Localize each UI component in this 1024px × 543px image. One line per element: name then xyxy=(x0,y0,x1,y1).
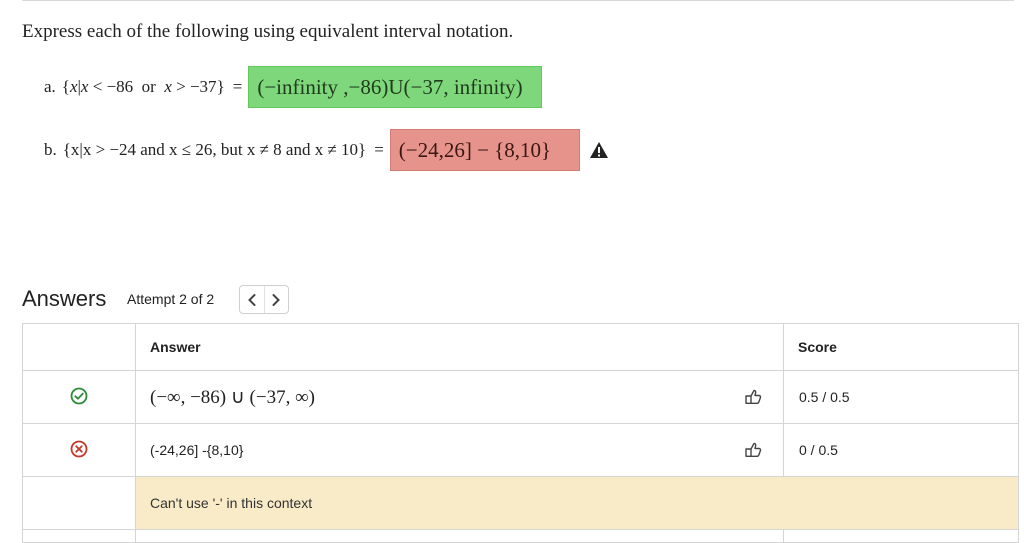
problem-b-set: {x|x > −24 and x ≤ 26, but x ≠ 8 and x ≠… xyxy=(62,140,367,159)
submitted-answer: (-24,26] -{8,10} xyxy=(150,442,244,458)
table-row xyxy=(22,529,1019,543)
problem-b-label: b. xyxy=(44,140,57,159)
problem-a: a. {x|x < −86 or x > −37} = (−infinity ,… xyxy=(44,66,543,108)
check-circle-icon xyxy=(70,387,88,404)
score-column-header: Score xyxy=(783,323,1019,371)
problem-a-set: {x|x < −86 or x > −37} xyxy=(61,77,225,96)
answers-table-header: Answer Score xyxy=(22,323,1019,371)
problem-a-label: a. xyxy=(44,77,56,96)
problem-a-equals: = xyxy=(232,77,243,96)
answer-cell: (−∞, −86) ∪ (−37, ∞) xyxy=(135,370,784,424)
problem-b-answer-field[interactable]: (−24,26] − {8,10} xyxy=(389,129,580,171)
table-row: (-24,26] -{8,10} 0 / 0.5 xyxy=(22,423,1019,477)
feedback-hand-icon[interactable] xyxy=(743,440,763,460)
table-row: (−∞, −86) ∪ (−37, ∞) 0.5 / 0.5 xyxy=(22,370,1019,424)
empty-cell xyxy=(783,529,1019,543)
warning-triangle-icon[interactable] xyxy=(589,141,609,159)
status-cell xyxy=(22,423,136,477)
empty-cell xyxy=(135,529,784,543)
answer-cell: (-24,26] -{8,10} xyxy=(135,423,784,477)
answers-table: Answer Score (−∞, −86) ∪ (−37, ∞) 0.5 / … xyxy=(22,323,1019,543)
status-cell xyxy=(22,370,136,424)
problem-a-answer-field[interactable]: (−infinity ,−86)U(−37, infinity) xyxy=(248,66,543,108)
feedback-row: Can't use '-' in this context xyxy=(22,476,1019,530)
score-cell: 0 / 0.5 xyxy=(783,423,1019,477)
next-attempt-button[interactable] xyxy=(263,286,289,313)
feedback-message: Can't use '-' in this context xyxy=(135,476,1019,530)
empty-cell xyxy=(22,529,136,543)
attempt-counter: Attempt 2 of 2 xyxy=(127,291,215,307)
status-column-header xyxy=(22,323,136,371)
attempt-pager xyxy=(239,285,289,314)
top-divider xyxy=(22,0,1014,1)
previous-attempt-button[interactable] xyxy=(240,286,264,313)
answers-heading: Answers xyxy=(22,286,107,311)
chevron-left-icon xyxy=(247,293,256,306)
feedback-hand-icon[interactable] xyxy=(743,387,763,407)
chevron-right-icon xyxy=(272,293,281,306)
score-cell: 0.5 / 0.5 xyxy=(783,370,1019,424)
x-circle-icon xyxy=(70,440,88,457)
problem-b-equals: = xyxy=(374,140,384,159)
submitted-answer: (−∞, −86) ∪ (−37, ∞) xyxy=(150,386,315,408)
feedback-spacer xyxy=(22,476,136,530)
problem-b: b. {x|x > −24 and x ≤ 26, but x ≠ 8 and … xyxy=(44,129,609,171)
question-prompt: Express each of the following using equi… xyxy=(22,21,514,42)
answer-column-header: Answer xyxy=(135,323,784,371)
